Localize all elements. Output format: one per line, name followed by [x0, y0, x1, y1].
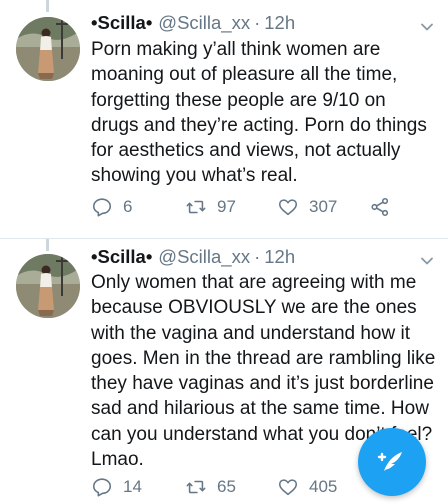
like-count: 405 [309, 477, 338, 496]
avatar[interactable] [16, 254, 80, 318]
chevron-down-icon[interactable] [420, 20, 434, 34]
tweet-line: Porn making y’all think women are [91, 39, 381, 60]
user-handle[interactable]: @Scilla_xx [158, 246, 250, 268]
like-button[interactable]: 307 [277, 196, 337, 218]
tweet-line: showing you what’s real. [91, 165, 298, 187]
tweet-actions: 6 97 307 [91, 196, 421, 224]
tweet-header: •Scilla• @Scilla_xx · 12h [91, 246, 295, 268]
avatar[interactable] [16, 17, 80, 81]
retweet-button[interactable]: 97 [185, 196, 236, 218]
compose-tweet-button[interactable] [358, 428, 426, 496]
heart-icon [278, 199, 298, 216]
avatar-image [16, 254, 80, 318]
separator-dot: · [254, 246, 261, 267]
tweet-1[interactable]: •Scilla• @Scilla_xx · 12h Porn making y’… [0, 0, 448, 238]
tweet-line: goes. Men in the thread are rambling lik… [91, 347, 436, 369]
share-icon [371, 197, 389, 217]
reply-button[interactable]: 6 [91, 196, 132, 218]
tweet-line: forgetting these people are 9/10 on [91, 89, 386, 111]
tweet-line: Only women that are agreeing with me [91, 272, 417, 293]
reply-icon [92, 478, 112, 497]
retweet-count: 97 [217, 197, 236, 216]
reply-count: 6 [123, 197, 133, 216]
share-button[interactable] [369, 196, 391, 218]
timestamp[interactable]: 12h [264, 12, 295, 34]
like-count: 307 [309, 197, 338, 216]
heart-icon [278, 479, 298, 496]
tweet-line: drugs and they’re acting. Porn do things [91, 114, 427, 136]
tweet-line: sad and hilarious at the same time. How [91, 398, 429, 420]
tweet-line: they have vaginas and it’s just borderli… [91, 373, 434, 395]
reply-icon [92, 198, 112, 217]
retweet-button[interactable]: 65 [185, 476, 236, 498]
reply-count: 14 [123, 477, 142, 496]
chevron-down-icon[interactable] [420, 254, 434, 268]
tweet-line: for aesthetics and views, not actually [91, 140, 401, 162]
avatar-image [16, 17, 80, 81]
retweet-icon [186, 200, 206, 214]
separator-dot: · [254, 12, 261, 33]
tweet-line: moaning out of pleasure all the time, [91, 64, 398, 86]
timestamp[interactable]: 12h [264, 246, 295, 268]
thread-line [46, 0, 49, 12]
thread-line [46, 239, 49, 251]
tweet-line: because OBVIOUSLY we are the ones [91, 297, 417, 319]
retweet-icon [186, 480, 206, 494]
like-button[interactable]: 405 [277, 476, 337, 498]
compose-tweet-icon [377, 452, 402, 471]
user-handle[interactable]: @Scilla_xx [158, 12, 250, 34]
reply-button[interactable]: 14 [91, 476, 142, 498]
tweet-line: with the vagina and understand how it [91, 322, 410, 344]
display-name[interactable]: •Scilla• [91, 12, 152, 34]
tweet-text: Porn making y’all think women are moanin… [91, 37, 436, 189]
display-name[interactable]: •Scilla• [91, 246, 152, 268]
tweet-header: •Scilla• @Scilla_xx · 12h [91, 12, 295, 34]
retweet-count: 65 [217, 477, 236, 496]
